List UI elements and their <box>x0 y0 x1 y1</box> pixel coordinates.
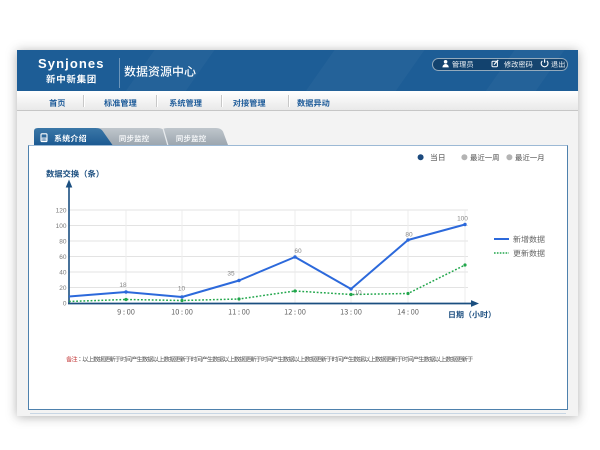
svg-text:40: 40 <box>59 269 67 276</box>
svg-text:10: 10 <box>354 290 362 297</box>
svg-text:80: 80 <box>405 232 413 239</box>
svg-text:18: 18 <box>119 282 127 289</box>
svg-text:60: 60 <box>59 254 67 261</box>
svg-text:35: 35 <box>227 271 235 278</box>
svg-text:120: 120 <box>56 207 67 214</box>
svg-text:100: 100 <box>457 216 468 223</box>
svg-text:0: 0 <box>63 300 67 307</box>
svg-text:20: 20 <box>59 285 67 292</box>
svg-text:60: 60 <box>294 248 302 255</box>
svg-text:10: 10 <box>178 286 186 293</box>
svg-text:80: 80 <box>59 238 67 245</box>
svg-text:100: 100 <box>56 223 67 230</box>
